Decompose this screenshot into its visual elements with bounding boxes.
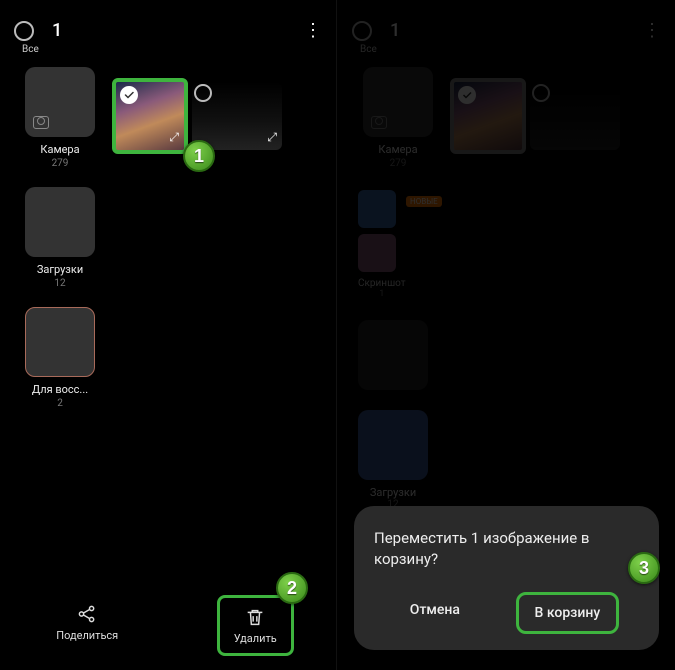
album-label: Камера [358,143,438,156]
dialog-message: Переместить 1 изображение в корзину? [374,528,639,570]
album-thumbnail [25,187,95,257]
step-badge-1: 1 [183,140,215,172]
bottom-action-bar: Поделиться Удалить [0,595,336,656]
step-badge-2: 2 [276,572,308,604]
confirm-button[interactable]: В корзину [516,592,620,634]
overflow-menu-icon: ⋮ [643,22,661,40]
new-badge: НОВЫЕ [406,196,442,207]
header: 1 ⋮ Все [338,0,675,47]
share-button[interactable]: Поделиться [42,595,132,656]
screen-delete-dialog: 1 ⋮ Все Камера 279 Скриншот 1 НОВЫЕ Загр [338,0,675,670]
album-label: Скриншот [358,278,406,289]
album-label: Камера [20,143,100,156]
album-label: Загрузки [20,263,100,276]
overflow-menu-icon[interactable]: ⋮ [304,22,322,40]
album-item-restore[interactable]: Для восс... 2 [20,307,100,409]
album-label: Для восс... [20,383,100,396]
album-label: Загрузки [358,486,428,499]
album-count: 2 [20,398,100,409]
selected-count: 1 [52,20,62,41]
album-item-camera[interactable]: Камера 279 [20,67,100,169]
camera-icon [363,67,433,137]
camera-icon [25,67,95,137]
mini-thumbnail [358,234,396,272]
cancel-button[interactable]: Отмена [394,592,476,634]
album-item-downloads[interactable]: Загрузки 12 [20,187,100,289]
mini-album-list: Скриншот 1 [358,190,406,299]
album-count: 12 [20,278,100,289]
delete-button[interactable]: Удалить [217,595,294,656]
album-item-downloads: Загрузки 12 [358,410,428,510]
header: 1 ⋮ Все [0,0,336,47]
album-count: 279 [358,158,438,169]
album-item-blank [358,320,428,390]
step-badge-3: 3 [628,552,660,584]
trash-icon [244,606,266,628]
album-list: Камера 279 Загрузки 12 Для восс... 2 [0,47,336,409]
screen-gallery-selection: 1 ⋮ Все ⤢ ⤢ Камера 279 Загрузки 12 [0,0,337,670]
select-all-checkbox [352,21,372,41]
mini-thumbnail [358,190,396,228]
album-count: 1 [358,289,406,299]
album-thumbnail [25,307,95,377]
delete-confirm-dialog: Переместить 1 изображение в корзину? Отм… [354,506,659,650]
album-item-camera: Камера 279 [358,67,438,169]
share-icon [76,603,98,625]
share-label: Поделиться [56,629,118,642]
select-all-checkbox[interactable] [14,21,34,41]
selected-count: 1 [390,20,400,41]
delete-label: Удалить [234,632,277,645]
album-list: Камера 279 [338,47,675,169]
dialog-actions: Отмена В корзину [374,592,639,634]
album-count: 279 [20,158,100,169]
